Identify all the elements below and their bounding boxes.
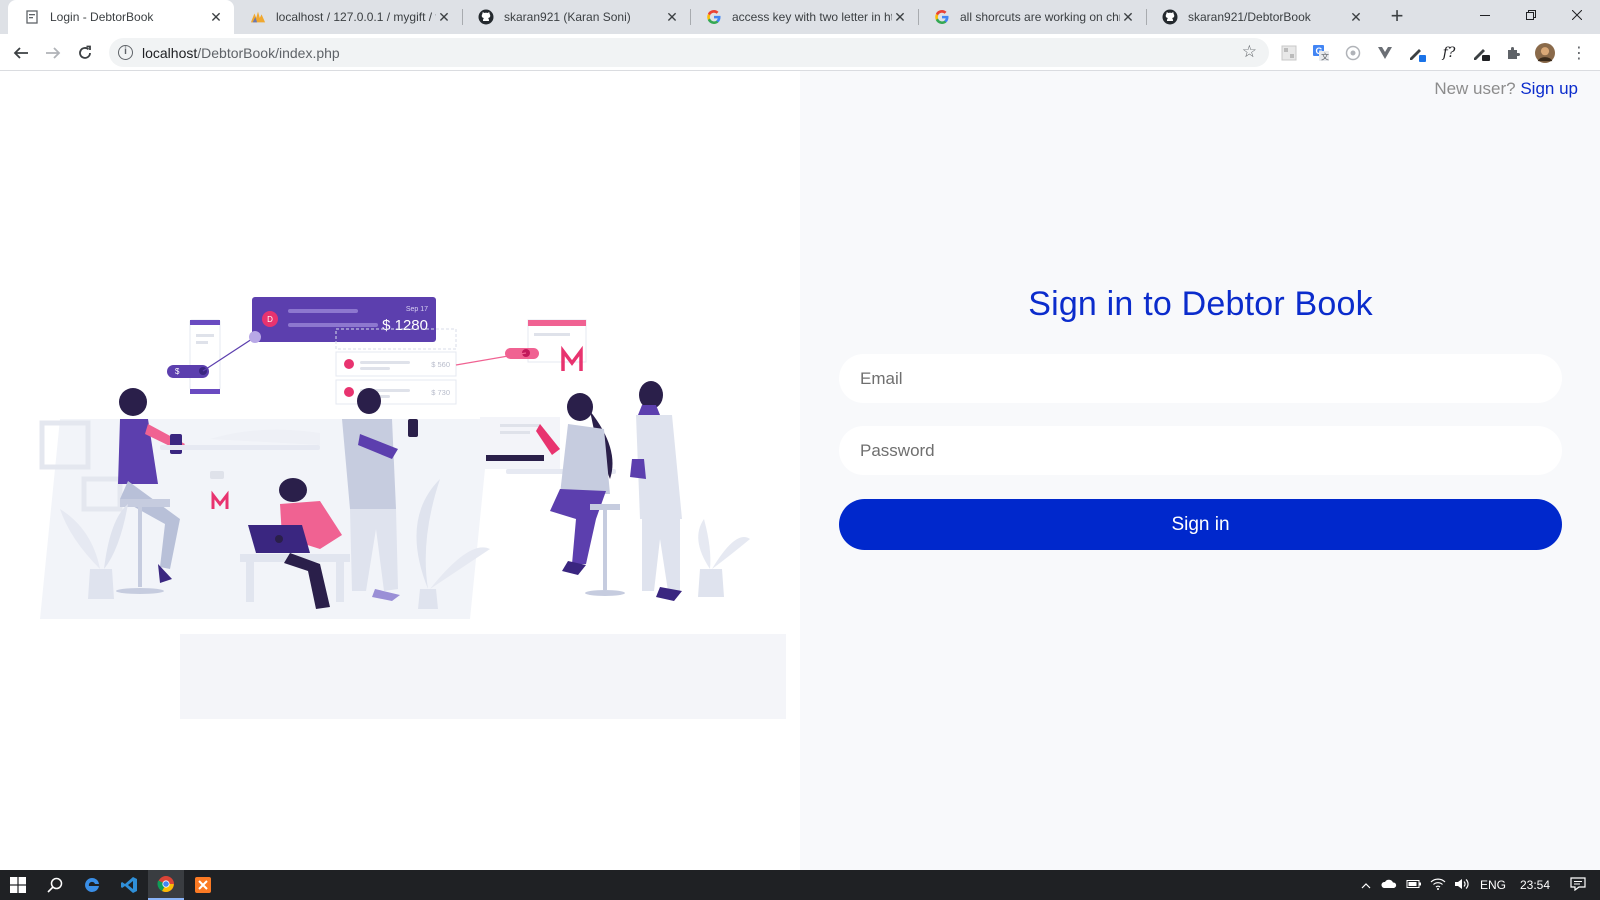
system-tray: ENG 23:54 xyxy=(1356,870,1598,900)
onedrive-cloud-icon[interactable] xyxy=(1376,878,1402,892)
tab-title: localhost / 127.0.0.1 / mygift / t xyxy=(276,10,436,24)
close-tab-icon[interactable]: ✕ xyxy=(436,9,452,25)
language-indicator[interactable]: ENG xyxy=(1474,878,1512,892)
chip-symbol: $ xyxy=(175,367,180,376)
password-field[interactable] xyxy=(839,426,1562,475)
tab-title: all shorcuts are working on chr xyxy=(960,10,1120,24)
reload-icon xyxy=(79,45,91,59)
close-window-button[interactable] xyxy=(1554,0,1600,30)
phpmyadmin-icon xyxy=(250,9,266,25)
start-button[interactable] xyxy=(0,870,36,900)
tab-github-profile[interactable]: skaran921 (Karan Soni) ✕ xyxy=(462,0,690,34)
back-arrow-icon xyxy=(13,47,28,59)
close-tab-icon[interactable]: ✕ xyxy=(892,9,908,25)
url-path: /DebtorBook/index.php xyxy=(197,45,340,61)
close-tab-icon[interactable]: ✕ xyxy=(664,9,680,25)
site-info-icon[interactable]: i xyxy=(118,45,133,60)
wifi-icon[interactable] xyxy=(1426,878,1450,893)
vscode-taskbar-button[interactable] xyxy=(111,870,147,900)
action-center-notification-icon[interactable] xyxy=(1558,876,1598,894)
formula-f-icon[interactable]: f? xyxy=(1439,43,1459,63)
card-amount: $ 1280 xyxy=(382,317,428,334)
signin-form: Sign in to Debtor Book Sign in xyxy=(839,285,1562,550)
google-icon xyxy=(934,9,950,25)
browser-menu-icon[interactable]: ⋮ xyxy=(1569,43,1589,63)
restore-button[interactable] xyxy=(1508,0,1554,30)
card-date: Sep 17 xyxy=(406,306,428,313)
tab-phpmyadmin[interactable]: localhost / 127.0.0.1 / mygift / t ✕ xyxy=(234,0,462,34)
page-title: Sign in to Debtor Book xyxy=(1028,285,1373,323)
new-user-text: New user? xyxy=(1434,79,1516,98)
tab-title: access key with two letter in htm xyxy=(732,10,892,24)
xampp-icon xyxy=(195,877,211,893)
profile-avatar[interactable] xyxy=(1535,43,1555,63)
close-tab-icon[interactable]: ✕ xyxy=(1348,9,1364,25)
close-tab-icon[interactable]: ✕ xyxy=(208,9,224,25)
extension-circle-icon[interactable] xyxy=(1343,43,1363,63)
google-icon xyxy=(706,9,722,25)
tab-google-shortcuts[interactable]: all shorcuts are working on chr ✕ xyxy=(918,0,1146,34)
extension-pen-icon[interactable] xyxy=(1407,43,1427,63)
row1-amount: $ 560 xyxy=(431,360,450,369)
minimize-icon xyxy=(1480,15,1490,16)
signin-panel: New user? Sign up Sign in to Debtor Book… xyxy=(800,71,1600,870)
search-button[interactable] xyxy=(37,870,73,900)
volume-icon[interactable] xyxy=(1450,878,1474,893)
forward-arrow-icon xyxy=(46,47,61,59)
tab-login-debtorbook[interactable]: Login - DebtorBook ✕ xyxy=(8,0,234,34)
url-text: localhost/DebtorBook/index.php xyxy=(142,45,340,61)
bookmark-star-icon[interactable]: ☆ xyxy=(1242,42,1257,62)
signin-button[interactable]: Sign in xyxy=(839,499,1562,550)
signup-link[interactable]: Sign up xyxy=(1520,79,1578,98)
extension-eyedropper-icon[interactable] xyxy=(1471,43,1491,63)
vue-devtools-icon[interactable] xyxy=(1375,43,1395,63)
url-host: localhost xyxy=(142,45,198,61)
tab-title: Login - DebtorBook xyxy=(50,10,154,24)
vscode-icon xyxy=(121,877,137,893)
close-icon xyxy=(1572,10,1582,20)
extension-qr-icon[interactable] xyxy=(1279,43,1299,63)
battery-icon[interactable] xyxy=(1402,878,1426,892)
github-icon xyxy=(1162,9,1178,25)
chrome-taskbar-button[interactable] xyxy=(148,870,184,900)
browser-toolbar: i localhost/DebtorBook/index.php ☆ G文 f?… xyxy=(0,34,1600,71)
edge-icon xyxy=(85,877,99,892)
address-bar[interactable]: i localhost/DebtorBook/index.php ☆ xyxy=(109,38,1269,67)
reload-button[interactable] xyxy=(71,39,99,67)
svg-text:文: 文 xyxy=(1321,52,1329,62)
minimize-button[interactable] xyxy=(1462,0,1508,30)
search-icon xyxy=(47,877,63,893)
new-tab-button[interactable]: + xyxy=(1385,5,1409,29)
new-user-prompt: New user? Sign up xyxy=(1434,79,1578,99)
extensions-puzzle-icon[interactable] xyxy=(1503,43,1523,63)
xampp-taskbar-button[interactable] xyxy=(185,870,221,900)
forward-button[interactable] xyxy=(39,39,67,67)
show-hidden-icons-chevron-up-icon[interactable] xyxy=(1356,878,1376,892)
back-button[interactable] xyxy=(7,39,35,67)
card-avatar-letter: D xyxy=(267,315,273,324)
office-illustration: D Sep 17 $ 1280 $ 560 $ 730 $ xyxy=(39,297,786,719)
edge-taskbar-button[interactable] xyxy=(74,870,110,900)
row2-amount: $ 730 xyxy=(431,388,450,397)
close-tab-icon[interactable]: ✕ xyxy=(1120,9,1136,25)
tab-google-access-key[interactable]: access key with two letter in htm ✕ xyxy=(690,0,918,34)
clock[interactable]: 23:54 xyxy=(1512,878,1558,892)
tab-strip: Login - DebtorBook ✕ localhost / 127.0.0… xyxy=(0,0,1600,34)
windows-logo-icon xyxy=(10,877,26,893)
page-content: D Sep 17 $ 1280 $ 560 $ 730 $ New user? … xyxy=(0,71,1600,870)
chrome-icon xyxy=(157,876,174,892)
floor-panel xyxy=(180,634,786,719)
github-icon xyxy=(478,9,494,25)
tab-title: skaran921 (Karan Soni) xyxy=(504,10,631,24)
restore-icon xyxy=(1526,10,1536,20)
email-field[interactable] xyxy=(839,354,1562,403)
tab-github-repo[interactable]: skaran921/DebtorBook ✕ xyxy=(1146,0,1374,34)
page-icon xyxy=(24,9,40,25)
tab-title: skaran921/DebtorBook xyxy=(1188,10,1311,24)
windows-taskbar: ENG 23:54 xyxy=(0,870,1600,900)
google-translate-icon[interactable]: G文 xyxy=(1311,43,1331,63)
